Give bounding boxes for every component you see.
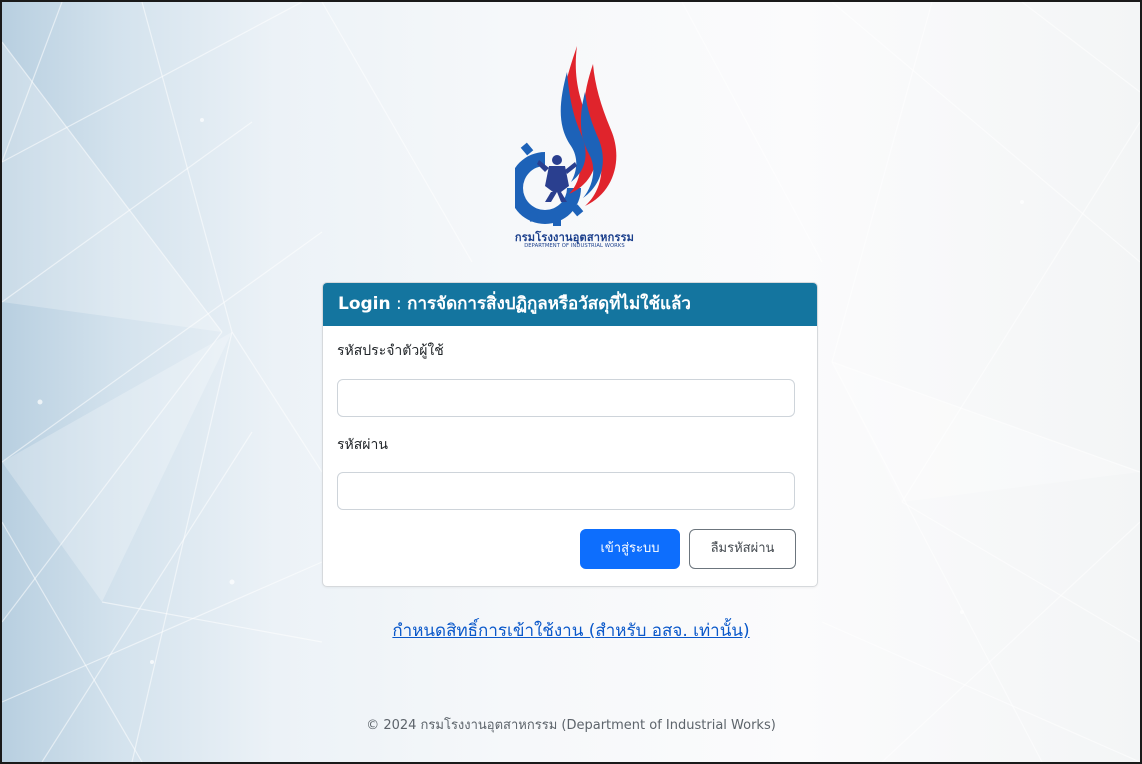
login-title-separator: : (390, 294, 408, 314)
login-title-prefix: Login (338, 294, 391, 314)
footer-copyright: © 2024 กรมโรงงานอุตสาหกรรม (Department o… (366, 718, 776, 733)
page-background: กรมโรงงานอุตสาหกรรม DEPARTMENT OF INDUST… (0, 0, 1142, 764)
username-input[interactable] (337, 379, 795, 417)
password-input[interactable] (337, 472, 795, 510)
access-rights-link[interactable]: กำหนดสิทธิ์การเข้าใช้งาน (สำหรับ อสจ. เท… (2, 617, 1140, 644)
login-card-header: Login : การจัดการสิ่งปฏิกูลหรือวัสดุที่ไ… (323, 283, 817, 326)
login-card: Login : การจัดการสิ่งปฏิกูลหรือวัสดุที่ไ… (322, 282, 818, 587)
diw-logo: กรมโรงงานอุตสาหกรรม DEPARTMENT OF INDUST… (487, 42, 662, 262)
password-label: รหัสผ่าน (337, 437, 388, 453)
forgot-password-button[interactable]: ลืมรหัสผ่าน (689, 529, 796, 569)
username-label: รหัสประจำตัวผู้ใช้ (337, 343, 444, 359)
logo-english-name: DEPARTMENT OF INDUSTRIAL WORKS (524, 243, 625, 249)
login-submit-button[interactable]: เข้าสู่ระบบ (580, 529, 680, 569)
login-title-subtitle: การจัดการสิ่งปฏิกูลหรือวัสดุที่ไม่ใช้แล้… (407, 294, 691, 314)
diw-logo-emblem (514, 46, 616, 226)
